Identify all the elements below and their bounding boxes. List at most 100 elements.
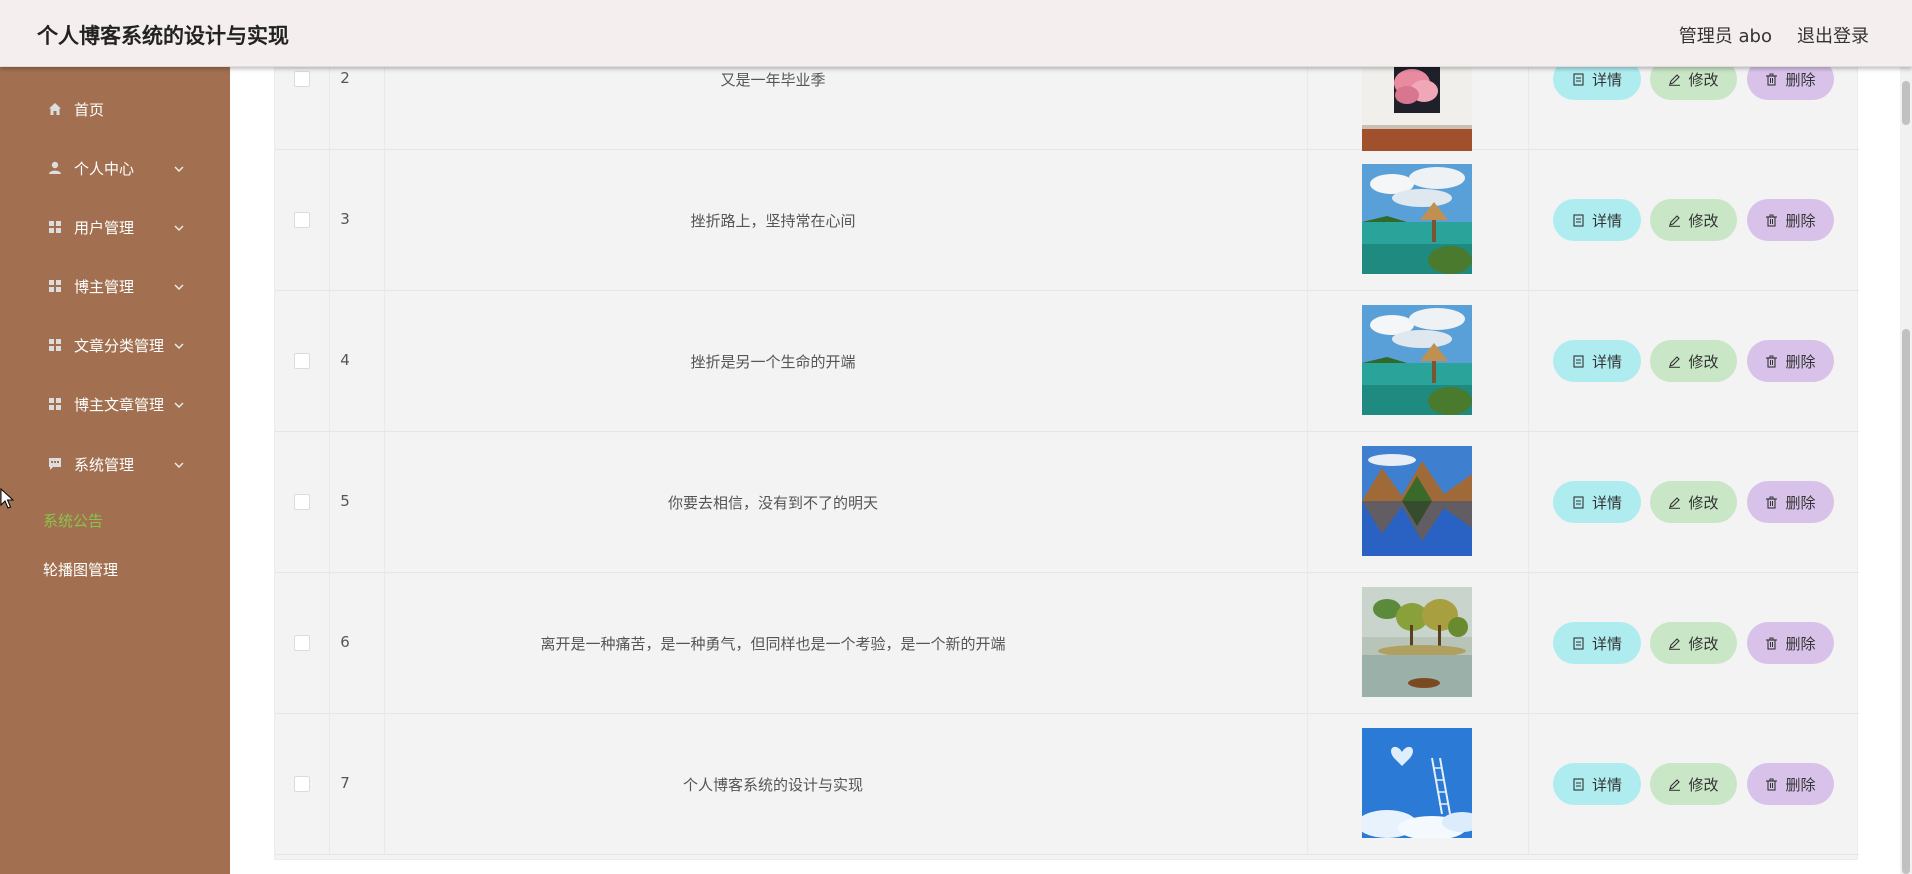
trash-icon	[1765, 778, 1778, 791]
pencil-icon	[1668, 355, 1681, 368]
trash-icon	[1765, 73, 1778, 86]
edit-button-label: 修改	[1688, 493, 1719, 512]
table-row: 5 你要去相信，没有到不了的明天 详情 修改 删除	[275, 432, 1859, 573]
chat-icon	[48, 457, 62, 471]
edit-button[interactable]: 修改	[1650, 199, 1737, 241]
sidebar-item-personal-center[interactable]: 个人中心	[48, 153, 188, 183]
row-checkbox[interactable]	[294, 776, 310, 792]
detail-button-label: 详情	[1591, 70, 1622, 89]
table-row: 3 挫折路上，坚持常在心间 详情 修改 删除	[275, 150, 1859, 291]
top-header: 个人博客系统的设计与实现 管理员 abo 退出登录	[0, 0, 1912, 67]
article-thumbnail	[1362, 164, 1472, 274]
document-icon	[1572, 636, 1585, 650]
row-checkbox[interactable]	[294, 353, 310, 369]
sidebar-item-label: 博主文章管理	[74, 395, 165, 414]
sidebar-item-article-category[interactable]: 文章分类管理	[48, 330, 188, 360]
row-index: 3	[340, 210, 350, 228]
edit-button-label: 修改	[1688, 352, 1719, 371]
edit-button[interactable]: 修改	[1650, 340, 1737, 382]
edit-button-label: 修改	[1688, 775, 1719, 794]
delete-button-label: 删除	[1785, 775, 1816, 794]
delete-button-label: 删除	[1785, 211, 1816, 230]
article-table: 2 又是一年毕业季 详情 修改 删除 3 挫折路上，坚持常在心间 详情 修改 删…	[274, 9, 1859, 860]
document-icon	[1572, 354, 1585, 368]
delete-button-label: 删除	[1785, 70, 1816, 89]
row-title: 离开是一种痛苦，是一种勇气，但同样也是一个考验，是一个新的开端	[540, 635, 1006, 653]
edit-button[interactable]: 修改	[1650, 622, 1737, 664]
grid-icon	[48, 220, 62, 234]
chevron-down-icon	[173, 457, 185, 475]
edit-button-label: 修改	[1688, 70, 1719, 89]
trash-icon	[1765, 214, 1778, 227]
detail-button[interactable]: 详情	[1553, 481, 1641, 523]
delete-button[interactable]: 删除	[1747, 199, 1834, 241]
row-checkbox[interactable]	[294, 635, 310, 651]
sidebar-item-label: 博主管理	[74, 277, 135, 296]
row-title: 你要去相信，没有到不了的明天	[667, 494, 878, 512]
detail-button-label: 详情	[1591, 352, 1622, 371]
scrollbar-top-mark	[1902, 81, 1910, 125]
document-icon	[1572, 495, 1585, 509]
sidebar-item-home[interactable]: 首页	[48, 94, 188, 124]
submenu-item-announcements[interactable]: 系统公告	[43, 510, 103, 531]
row-index: 7	[340, 774, 350, 792]
detail-button[interactable]: 详情	[1553, 340, 1641, 382]
pencil-icon	[1668, 73, 1681, 86]
sidebar: 首页 个人中心 用户管理 博主管理 文章分类管理 博主文章管理 系统管理 系统公…	[0, 67, 230, 874]
article-thumbnail	[1362, 587, 1472, 697]
sidebar-item-system-management[interactable]: 系统管理	[48, 449, 188, 479]
sidebar-item-blogger-articles[interactable]: 博主文章管理	[48, 389, 188, 419]
delete-button-label: 删除	[1785, 352, 1816, 371]
detail-button-label: 详情	[1591, 211, 1622, 230]
grid-icon	[48, 397, 62, 411]
chevron-down-icon	[173, 338, 185, 356]
trash-icon	[1765, 355, 1778, 368]
page-scrollbar[interactable]	[1900, 67, 1912, 874]
article-thumbnail	[1362, 728, 1472, 838]
grid-icon	[48, 338, 62, 352]
detail-button[interactable]: 详情	[1553, 622, 1641, 664]
scrollbar-thumb[interactable]	[1902, 329, 1910, 874]
row-index: 5	[340, 492, 350, 510]
delete-button[interactable]: 删除	[1747, 481, 1834, 523]
edit-button-label: 修改	[1688, 211, 1719, 230]
delete-button[interactable]: 删除	[1747, 340, 1834, 382]
sidebar-item-label: 个人中心	[74, 159, 135, 178]
row-checkbox[interactable]	[294, 71, 310, 87]
detail-button-label: 详情	[1591, 775, 1622, 794]
article-thumbnail	[1362, 305, 1472, 415]
table-row: 7 个人博客系统的设计与实现 详情 修改 删除	[275, 714, 1859, 855]
grid-icon	[48, 279, 62, 293]
delete-button-label: 删除	[1785, 493, 1816, 512]
delete-button[interactable]: 删除	[1747, 622, 1834, 664]
trash-icon	[1765, 496, 1778, 509]
detail-button[interactable]: 详情	[1553, 763, 1641, 805]
logout-link[interactable]: 退出登录	[1797, 22, 1869, 48]
sidebar-item-label: 用户管理	[74, 218, 135, 237]
sidebar-item-label: 首页	[74, 100, 105, 119]
sidebar-item-blogger-management[interactable]: 博主管理	[48, 271, 188, 301]
user-icon	[48, 161, 62, 175]
delete-button[interactable]: 删除	[1747, 763, 1834, 805]
article-thumbnail	[1362, 446, 1472, 556]
edit-button[interactable]: 修改	[1650, 481, 1737, 523]
sidebar-item-user-management[interactable]: 用户管理	[48, 212, 188, 242]
pencil-icon	[1668, 637, 1681, 650]
chevron-down-icon	[173, 279, 185, 297]
delete-button-label: 删除	[1785, 634, 1816, 653]
edit-button[interactable]: 修改	[1650, 763, 1737, 805]
row-title: 个人博客系统的设计与实现	[682, 776, 863, 794]
sidebar-item-label: 系统管理	[74, 455, 135, 474]
submenu-item-carousel[interactable]: 轮播图管理	[43, 559, 118, 580]
row-checkbox[interactable]	[294, 212, 310, 228]
document-icon	[1572, 213, 1585, 227]
admin-user-label: 管理员 abo	[1678, 26, 1772, 47]
row-checkbox[interactable]	[294, 494, 310, 510]
home-icon	[48, 102, 62, 116]
detail-button[interactable]: 详情	[1553, 199, 1641, 241]
app-title: 个人博客系统的设计与实现	[37, 24, 289, 48]
document-icon	[1572, 777, 1585, 791]
pencil-icon	[1668, 214, 1681, 227]
pencil-icon	[1668, 496, 1681, 509]
table-row: 6 离开是一种痛苦，是一种勇气，但同样也是一个考验，是一个新的开端 详情 修改 …	[275, 573, 1859, 714]
